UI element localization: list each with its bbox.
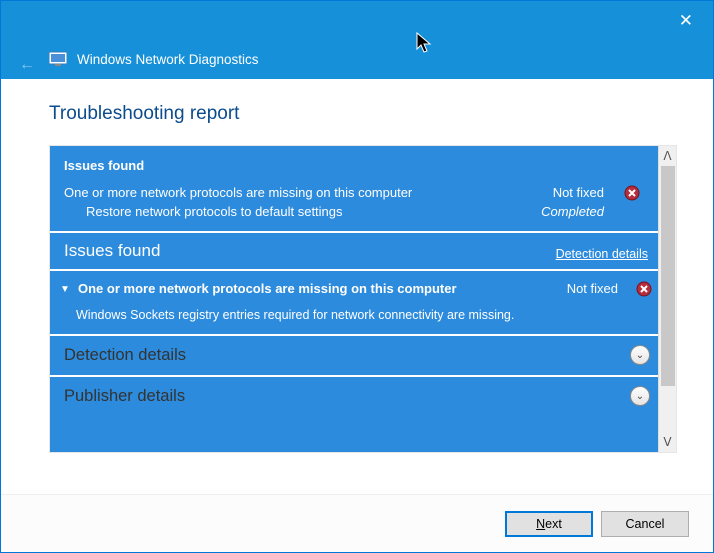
detection-details-label: Detection details [64, 346, 186, 364]
scroll-up-arrow-icon[interactable]: ᐱ [659, 146, 676, 166]
error-icon [636, 281, 652, 297]
scroll-track[interactable] [659, 166, 676, 432]
issues-title-text: Issues found [64, 241, 160, 260]
summary-header: Issues found [64, 156, 644, 175]
back-arrow-icon: ← [19, 56, 35, 74]
issues-section-title: Issues found Detection details [50, 233, 658, 271]
issue-description: Windows Sockets registry entries require… [76, 308, 644, 322]
page-heading: Troubleshooting report [49, 103, 677, 125]
title-bar: ✕ ← Windows Network Diagnostics [1, 1, 713, 79]
collapse-arrow-icon: ▼ [60, 284, 70, 295]
app-icon [49, 51, 67, 66]
next-button[interactable]: Next [505, 511, 593, 537]
report-container: Issues found One or more network protoco… [49, 145, 677, 453]
cancel-button[interactable]: Cancel [601, 511, 689, 537]
detection-details-section[interactable]: Detection details ⌄ [50, 336, 658, 377]
content-area: Troubleshooting report Issues found One … [1, 79, 713, 494]
next-mnemonic: N [536, 517, 545, 531]
issue-title: One or more network protocols are missin… [78, 281, 458, 296]
summary-action-status: Completed [541, 204, 604, 219]
report-panel: Issues found One or more network protoco… [50, 146, 658, 452]
app-title: Windows Network Diagnostics [77, 52, 259, 67]
vertical-scrollbar[interactable]: ᐱ ᐯ [658, 146, 676, 452]
summary-issue-status: Not fixed [553, 185, 604, 200]
summary-issue-text: One or more network protocols are missin… [64, 185, 412, 200]
summary-section: Issues found One or more network protoco… [50, 146, 658, 233]
scroll-down-arrow-icon[interactable]: ᐯ [659, 432, 676, 452]
chevron-down-icon: ⌄ [630, 386, 650, 406]
error-icon [624, 185, 640, 201]
summary-issue-row: One or more network protocols are missin… [64, 183, 644, 202]
chevron-down-icon: ⌄ [630, 345, 650, 365]
scroll-thumb[interactable] [661, 166, 675, 386]
summary-action-text: Restore network protocols to default set… [86, 204, 343, 219]
issue-expanded[interactable]: ▼ One or more network protocols are miss… [50, 271, 658, 336]
detection-details-link[interactable]: Detection details [556, 247, 648, 261]
close-button[interactable]: ✕ [671, 7, 701, 35]
cursor-icon [415, 31, 435, 55]
next-rest: ext [545, 517, 562, 531]
summary-action-row: Restore network protocols to default set… [64, 202, 644, 221]
publisher-details-label: Publisher details [64, 387, 185, 405]
footer: Next Cancel [1, 494, 713, 552]
issue-status: Not fixed [567, 281, 618, 296]
publisher-details-section[interactable]: Publisher details ⌄ [50, 377, 658, 416]
